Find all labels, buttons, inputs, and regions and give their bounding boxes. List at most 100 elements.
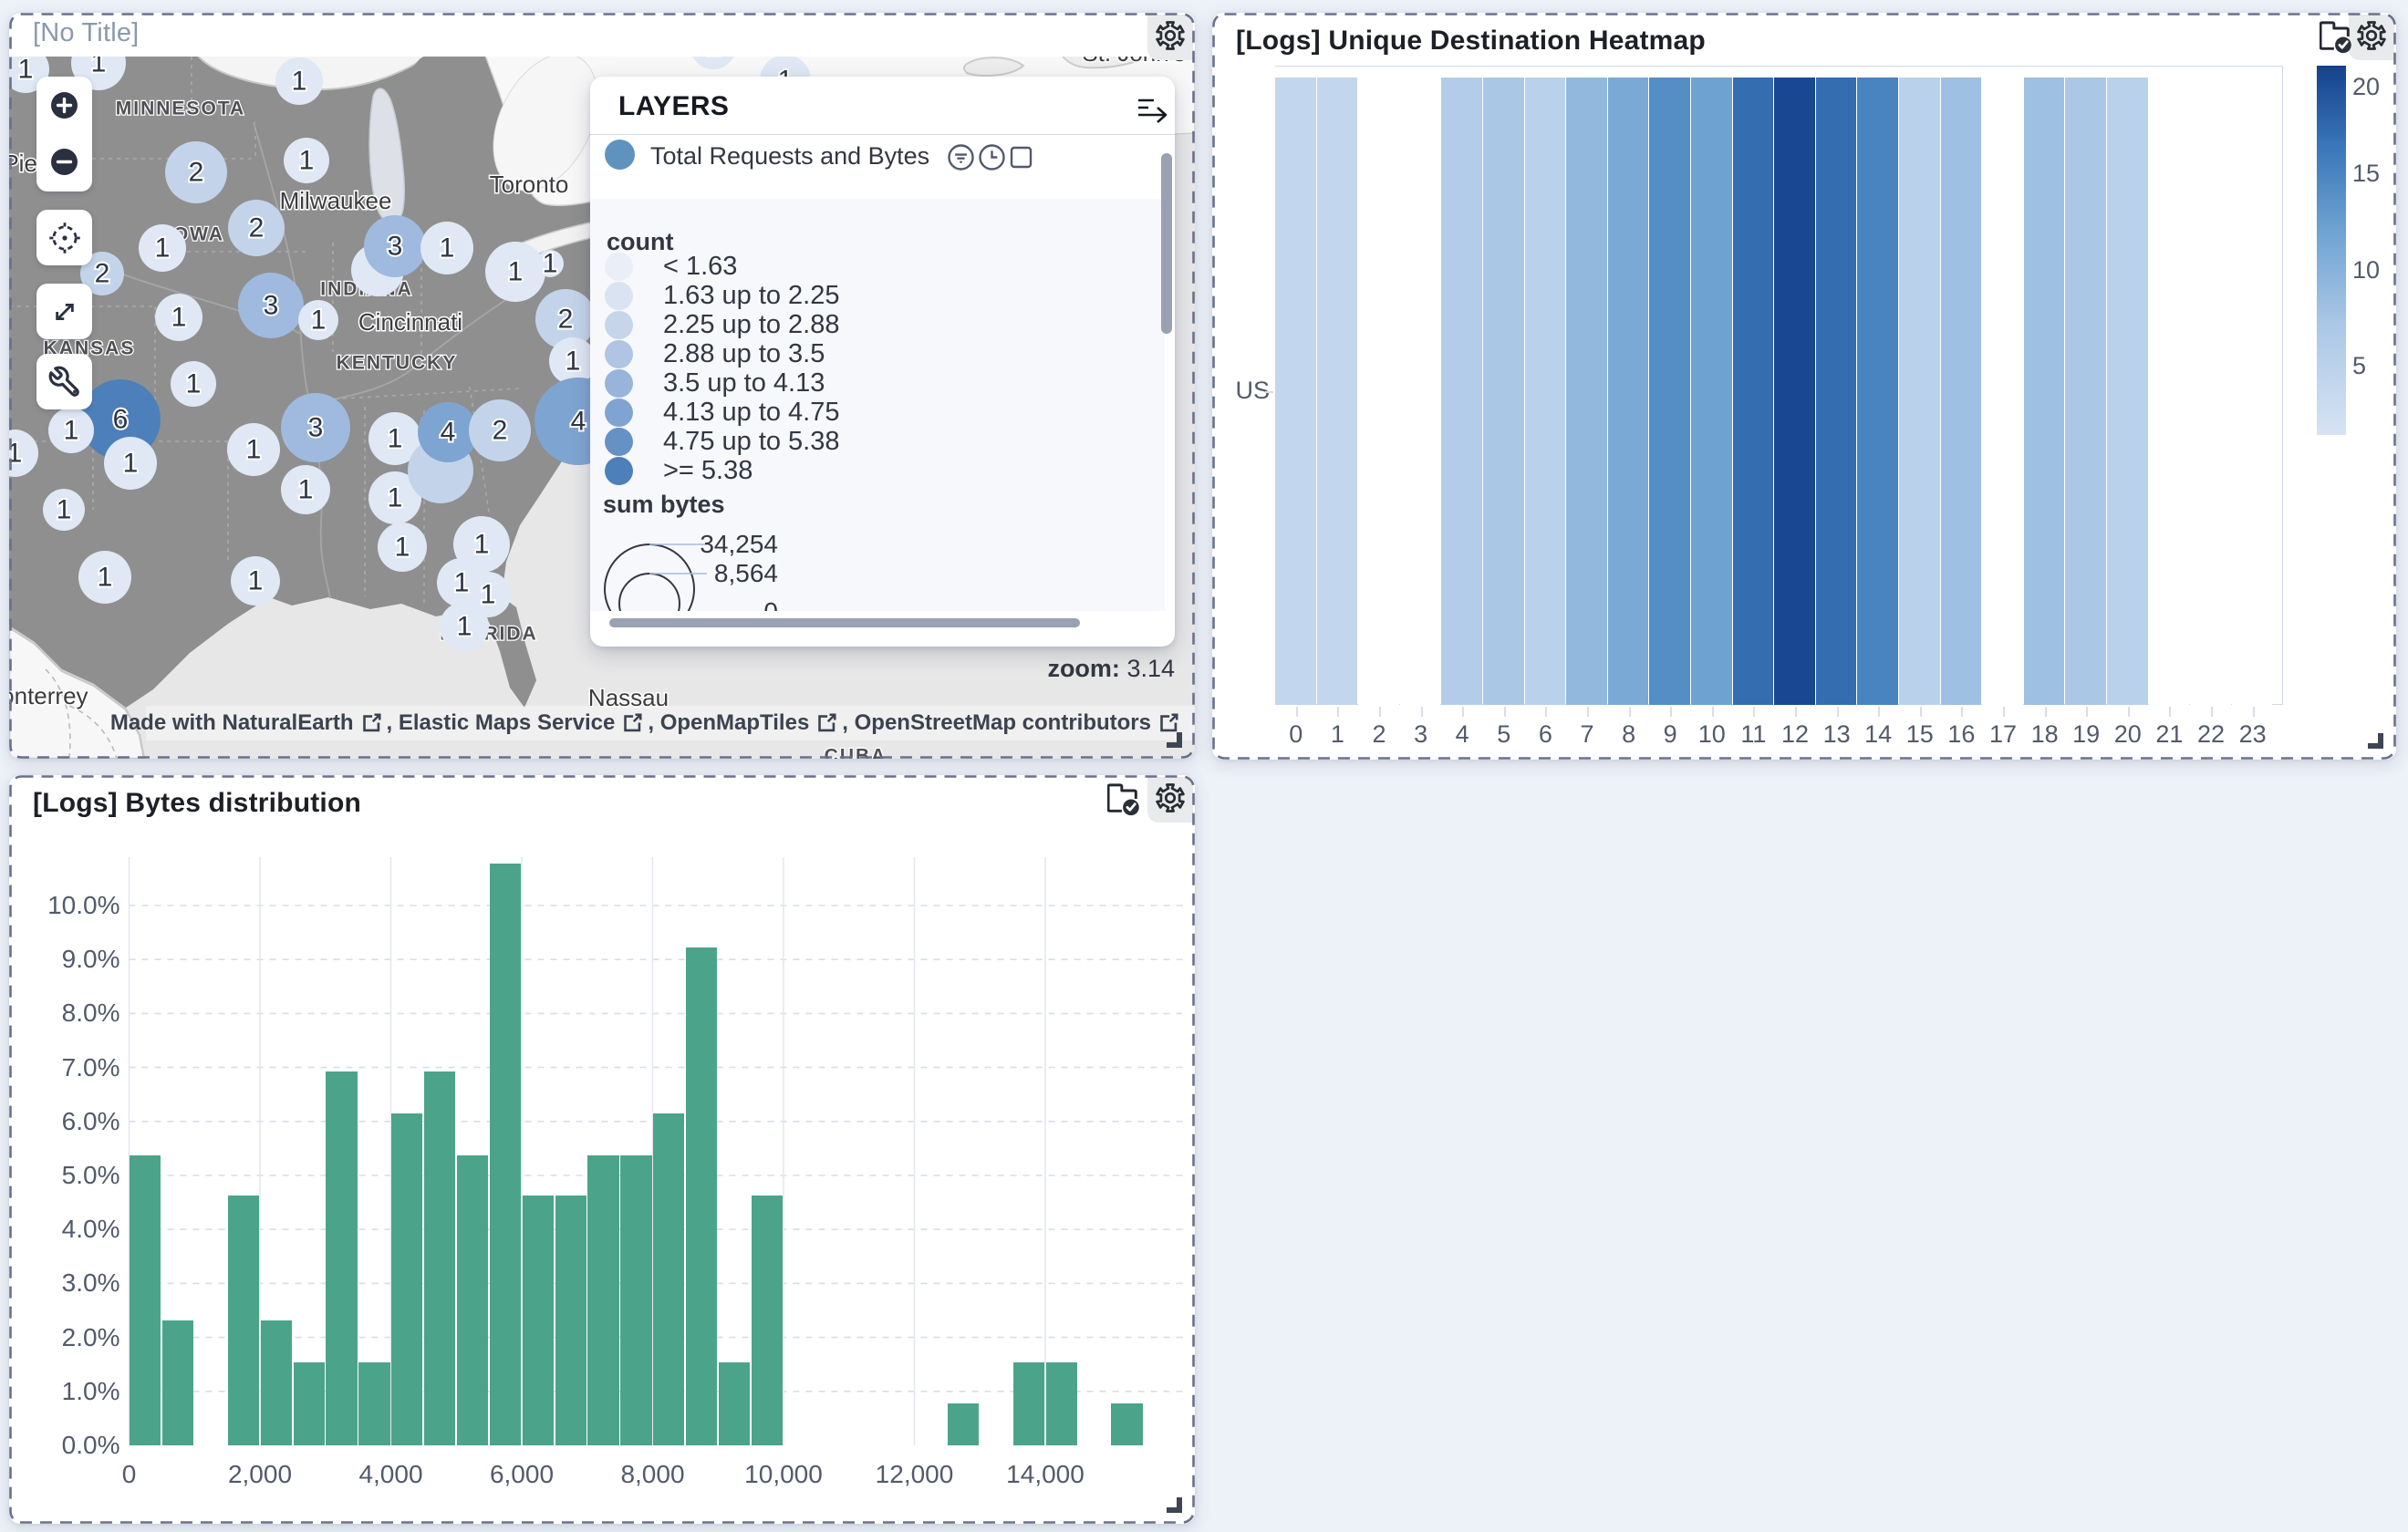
heatmap-cell[interactable] (2149, 78, 2190, 705)
filter-circle-icon[interactable] (948, 144, 974, 175)
legend-class-label: 2.88 up to 3.5 (663, 339, 825, 369)
bytes-bar[interactable] (1046, 1362, 1077, 1445)
heatmap-x-tick (1587, 707, 1589, 717)
bytes-bar[interactable] (391, 1113, 422, 1445)
heatmap-cell[interactable] (1899, 78, 1940, 705)
heatmap-cell[interactable] (2232, 78, 2273, 705)
layer-swatch (605, 140, 635, 170)
attribution-link[interactable]: Made with NaturalEarth (110, 710, 387, 736)
bytes-bar[interactable] (686, 947, 717, 1445)
gear-icon[interactable] (1155, 20, 1186, 56)
vertical-scrollbar[interactable] (1161, 153, 1172, 334)
panel-resize-handle[interactable] (1167, 732, 1182, 748)
bytes-bar[interactable] (490, 864, 521, 1445)
map-cluster-count: 1 (543, 249, 558, 279)
gear-icon[interactable] (2356, 20, 2387, 56)
heatmap-cell[interactable] (1358, 78, 1399, 705)
layers-flyout: LAYERS Total Requests and Bytes count < … (590, 77, 1175, 647)
map-panel-hover-actions (1147, 15, 1193, 60)
map-cluster-count: 1 (246, 435, 262, 465)
square-icon[interactable] (1010, 146, 1033, 173)
bytes-bar[interactable] (719, 1362, 750, 1445)
folder-check-icon[interactable] (1107, 782, 1144, 817)
attribution-link[interactable]: , OpenMapTiles (648, 710, 842, 736)
heatmap-cell[interactable] (1441, 78, 1482, 705)
map-cluster-count: 1 (298, 475, 314, 505)
panel-resize-handle[interactable] (2368, 733, 2383, 749)
attribution-link[interactable]: , OpenStreetMap contributors (842, 710, 1184, 736)
bytes-bar[interactable] (326, 1071, 357, 1445)
folder-check-icon[interactable] (2320, 20, 2356, 55)
bytes-bar[interactable] (358, 1362, 389, 1445)
bytes-bar[interactable] (948, 1403, 979, 1445)
horizontal-scrollbar[interactable] (609, 618, 1080, 627)
fit-to-data-button[interactable] (36, 284, 92, 340)
heatmap-x-label: 18 (2024, 720, 2066, 749)
map-panel-header: [No Title] (9, 13, 1195, 57)
map-city-label: Monterrey (9, 682, 88, 709)
bytes-bar[interactable] (620, 1155, 651, 1445)
heatmap-cell[interactable] (1317, 78, 1358, 705)
bytes-chart[interactable]: 0.0%1.0%2.0%3.0%4.0%5.0%6.0%7.0%8.0%9.0%… (9, 775, 1195, 1524)
heatmap-cell[interactable] (1857, 78, 1898, 705)
bytes-bar[interactable] (130, 1155, 161, 1445)
map-panel-title[interactable]: [No Title] (33, 18, 139, 48)
bytes-bar[interactable] (555, 1196, 586, 1445)
heatmap-cell[interactable] (1275, 78, 1316, 705)
bytes-bar[interactable] (162, 1320, 193, 1445)
heatmap-cell[interactable] (1774, 78, 1815, 705)
bytes-bar[interactable] (523, 1196, 554, 1445)
attribution-link[interactable]: , Elastic Maps Service (387, 710, 649, 736)
menu-right-icon[interactable] (1137, 95, 1167, 124)
heatmap-cell[interactable] (1483, 78, 1524, 705)
heatmap-chart[interactable]: 01234567891011121314151617181920212223US… (1212, 13, 2396, 760)
set-view-button[interactable] (36, 210, 92, 266)
map-tools-button[interactable] (36, 354, 92, 410)
gear-icon[interactable] (1155, 782, 1186, 818)
heatmap-cell[interactable] (2065, 78, 2106, 705)
layers-flyout-title: LAYERS (618, 91, 729, 122)
map-attribution[interactable]: Made with NaturalEarth , Elastic Maps Se… (146, 706, 1195, 740)
heatmap-cell[interactable] (1816, 78, 1857, 705)
heatmap-x-tick (1670, 707, 1672, 717)
heatmap-cell[interactable] (1691, 78, 1732, 705)
bytes-panel-title[interactable]: [Logs] Bytes distribution (33, 788, 361, 819)
heatmap-cell[interactable] (1566, 78, 1607, 705)
heatmap-x-tick (1296, 707, 1298, 717)
bytes-bar[interactable] (228, 1196, 259, 1445)
heatmap-cell[interactable] (2190, 78, 2231, 705)
bytes-bar[interactable] (424, 1071, 455, 1445)
heatmap-panel-title[interactable]: [Logs] Unique Destination Heatmap (1236, 26, 1706, 57)
bytes-bar[interactable] (294, 1362, 325, 1445)
bytes-bar[interactable] (1111, 1403, 1142, 1445)
map-cluster-count: 1 (566, 347, 581, 377)
bytes-bar[interactable] (653, 1113, 684, 1445)
map-cluster-count: 2 (249, 213, 265, 243)
bytes-bar[interactable] (261, 1320, 292, 1445)
heatmap-cell[interactable] (1733, 78, 1774, 705)
heatmap-cell[interactable] (1982, 78, 2023, 705)
heatmap-cell[interactable] (1941, 78, 1982, 705)
heatmap-x-label: 12 (1774, 720, 1816, 749)
bytes-bar[interactable] (1013, 1362, 1044, 1445)
map-cluster-count: 1 (171, 303, 187, 333)
bytes-bar[interactable] (752, 1196, 783, 1445)
map-cluster-count: 1 (388, 483, 403, 513)
heatmap-cell[interactable] (1649, 78, 1690, 705)
panel-resize-handle[interactable] (1167, 1497, 1182, 1513)
heatmap-cell[interactable] (1608, 78, 1649, 705)
heatmap-cell[interactable] (1525, 78, 1566, 705)
legend-class-label: 3.5 up to 4.13 (663, 368, 825, 399)
map-cluster-count: 4 (441, 418, 456, 448)
zoom-out-button[interactable] (36, 133, 92, 190)
heatmap-x-label: 0 (1275, 720, 1317, 749)
bytes-bar[interactable] (457, 1155, 488, 1445)
heatmap-cell[interactable] (1400, 78, 1441, 705)
clock-icon[interactable] (979, 144, 1005, 175)
zoom-in-button[interactable] (36, 77, 92, 133)
heatmap-cell[interactable] (2024, 78, 2065, 705)
map-cluster-count: 1 (57, 495, 72, 525)
bytes-bar[interactable] (587, 1155, 618, 1445)
heatmap-cell[interactable] (2107, 78, 2148, 705)
map-cluster-count: 2 (558, 305, 574, 335)
